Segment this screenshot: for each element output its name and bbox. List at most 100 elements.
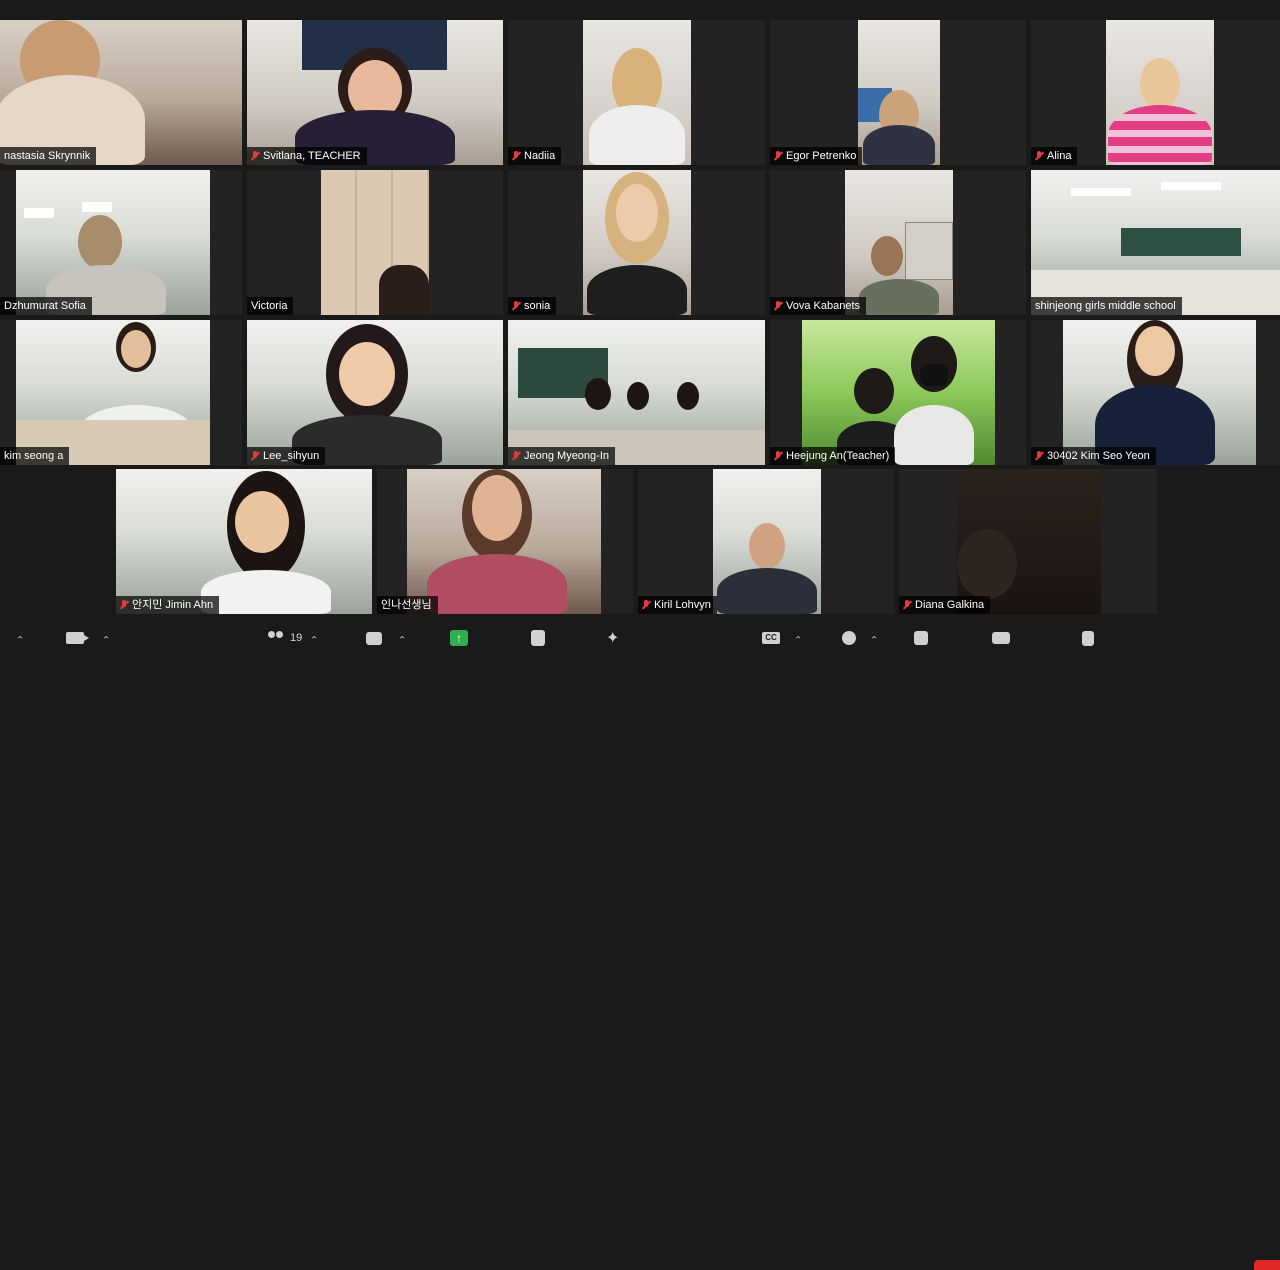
video-feed	[957, 469, 1101, 614]
video-feed	[16, 320, 210, 465]
reactions-icon	[842, 631, 856, 645]
participant-tile[interactable]: Egor Petrenko	[770, 20, 1026, 165]
participant-name-tag: kim seong a	[0, 447, 70, 465]
whiteboard-icon	[992, 632, 1010, 644]
muted-mic-icon	[642, 600, 650, 610]
chevron-up-icon[interactable]: ⌄	[870, 633, 878, 644]
participant-tile[interactable]: Kiril Lohvyn	[638, 469, 894, 614]
muted-mic-icon	[774, 151, 782, 161]
video-control[interactable]: ⌄	[66, 628, 110, 648]
chevron-up-icon[interactable]: ⌄	[102, 633, 110, 644]
participant-name-tag: Jeong Myeong-In	[508, 447, 615, 465]
notes-button[interactable]	[1082, 628, 1094, 648]
video-feed	[845, 170, 953, 315]
video-feed	[16, 170, 210, 315]
video-feed	[508, 320, 765, 465]
muted-mic-icon	[251, 451, 259, 461]
participant-tile[interactable]: 30402 Kim Seo Yeon	[1031, 320, 1280, 465]
video-feed	[247, 20, 503, 165]
participant-tile[interactable]: 안지민 Jimin Ahn	[116, 469, 372, 614]
participant-tile[interactable]: kim seong a	[0, 320, 242, 465]
ai-companion-button[interactable]: ✦	[606, 628, 619, 648]
participant-tile[interactable]: nastasia Skrynnik	[0, 20, 242, 165]
video-feed	[802, 320, 995, 465]
muted-mic-icon	[903, 600, 911, 610]
video-feed	[247, 320, 503, 465]
participant-name-tag: nastasia Skrynnik	[0, 147, 97, 165]
muted-mic-icon	[512, 451, 520, 461]
chevron-up-icon[interactable]: ⌄	[794, 633, 802, 644]
muted-mic-icon	[512, 301, 520, 311]
participant-tile[interactable]: Victoria	[247, 170, 503, 315]
participant-tile[interactable]: Lee_sihyun	[247, 320, 503, 465]
apps-button[interactable]	[914, 628, 928, 648]
participant-name-tag: Alina	[1031, 147, 1078, 165]
participant-name-tag: Diana Galkina	[899, 596, 991, 614]
video-feed	[407, 469, 601, 614]
participant-name-tag: Egor Petrenko	[770, 147, 863, 165]
document-icon	[531, 630, 545, 646]
participant-tile[interactable]: sonia	[508, 170, 765, 315]
chat-button[interactable]: ⌄	[366, 628, 406, 648]
participants-button[interactable]: 19 ⌄	[266, 628, 319, 648]
reactions-button[interactable]: ⌄	[842, 628, 878, 648]
participant-tile[interactable]: Dzhumurat Sofia	[0, 170, 242, 315]
participant-name-tag: 인나선생님	[377, 596, 438, 614]
audio-control[interactable]: ⌄	[0, 628, 24, 648]
apps-icon	[914, 631, 928, 645]
chevron-up-icon[interactable]: ⌄	[16, 633, 24, 644]
participant-name-tag: Heejung An(Teacher)	[770, 447, 896, 465]
muted-mic-icon	[1035, 151, 1043, 161]
participant-tile[interactable]: Svitlana, TEACHER	[247, 20, 503, 165]
video-feed	[858, 20, 940, 165]
video-feed	[1031, 170, 1280, 315]
muted-mic-icon	[120, 600, 128, 610]
video-feed	[1063, 320, 1256, 465]
video-feed	[1106, 20, 1214, 165]
participant-name-tag: Lee_sihyun	[247, 447, 326, 465]
participant-tile[interactable]: Jeong Myeong-In	[508, 320, 765, 465]
participant-tile[interactable]: Diana Galkina	[899, 469, 1157, 614]
video-feed	[583, 170, 691, 315]
captions-button[interactable]: CC ⌄	[762, 628, 802, 648]
notes-icon	[1082, 630, 1094, 646]
video-feed	[583, 20, 691, 165]
participants-icon	[266, 631, 286, 645]
participants-count: 19	[290, 632, 303, 644]
camera-icon	[66, 632, 89, 644]
share-screen-button[interactable]: ↑	[450, 628, 468, 648]
muted-mic-icon	[512, 151, 520, 161]
participant-tile-active-speaker[interactable]: shinjeong girls middle school	[1031, 170, 1280, 315]
share-screen-icon: ↑	[450, 630, 468, 646]
participant-name-tag: Dzhumurat Sofia	[0, 297, 92, 315]
participant-name-tag: 30402 Kim Seo Yeon	[1031, 447, 1156, 465]
participant-name-tag: Nadiia	[508, 147, 562, 165]
muted-mic-icon	[1035, 451, 1043, 461]
video-feed	[0, 20, 242, 165]
participant-name-tag: Vova Kabanets	[770, 297, 867, 315]
captions-icon: CC	[762, 632, 780, 644]
chevron-up-icon[interactable]: ⌄	[310, 633, 318, 644]
participant-tile[interactable]: Alina	[1031, 20, 1280, 165]
video-feed	[116, 469, 372, 614]
participant-tile[interactable]: Vova Kabanets	[770, 170, 1026, 315]
sparkle-icon: ✦	[606, 630, 620, 647]
participant-name-tag: Victoria	[247, 297, 294, 315]
whiteboard-button[interactable]	[992, 628, 1010, 648]
participant-name-tag: Svitlana, TEACHER	[247, 147, 367, 165]
participant-tile[interactable]: Heejung An(Teacher)	[770, 320, 1026, 465]
participant-tile[interactable]: Nadiia	[508, 20, 765, 165]
participant-tile[interactable]: 인나선생님	[377, 469, 633, 614]
video-feed	[713, 469, 821, 614]
muted-mic-icon	[251, 151, 259, 161]
summary-button[interactable]	[531, 628, 545, 648]
meeting-toolbar: ⌄ ⌄ 19 ⌄ ⌄ ↑ ✦ CC ⌄ ⌄	[0, 622, 1280, 1270]
muted-mic-icon	[774, 301, 782, 311]
participant-name-tag: shinjeong girls middle school	[1031, 297, 1182, 315]
muted-mic-icon	[774, 451, 782, 461]
participant-name-tag: 안지민 Jimin Ahn	[116, 596, 220, 614]
video-grid: nastasia Skrynnik Svitlana, TEACHER Nadi…	[0, 0, 1280, 620]
video-feed	[321, 170, 429, 315]
end-meeting-button[interactable]	[1254, 1260, 1280, 1270]
chevron-up-icon[interactable]: ⌄	[398, 633, 406, 644]
